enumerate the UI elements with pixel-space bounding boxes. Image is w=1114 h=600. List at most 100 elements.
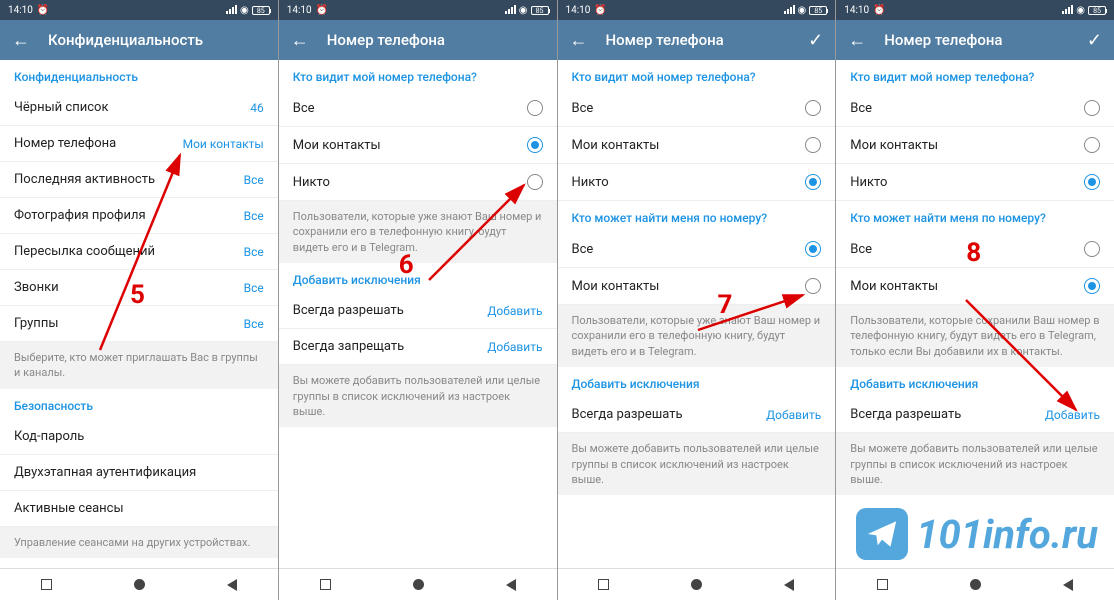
- settings-row[interactable]: Двухэтапная аутентификация: [0, 455, 278, 491]
- nav-recent-button[interactable]: [320, 579, 331, 590]
- android-navbar: [836, 568, 1114, 600]
- alarm-icon: ⏰: [37, 5, 49, 16]
- radio-row[interactable]: Все: [558, 90, 836, 127]
- radio-row[interactable]: Все: [836, 90, 1114, 127]
- content-area: Конфиденциальность Чёрный список 46 Номе…: [0, 60, 278, 568]
- radio-row[interactable]: Мои контакты: [279, 127, 557, 164]
- alarm-icon: ⏰: [873, 5, 885, 16]
- section-title: Добавить исключения: [558, 367, 836, 397]
- nav-home-button[interactable]: [134, 579, 145, 590]
- nav-home-button[interactable]: [691, 579, 702, 590]
- radio-button[interactable]: [805, 100, 821, 116]
- nav-home-button[interactable]: [970, 579, 981, 590]
- radio-row[interactable]: Мои контакты: [558, 268, 836, 305]
- radio-button[interactable]: [1084, 100, 1100, 116]
- radio-button[interactable]: [527, 100, 543, 116]
- row-value: Добавить: [766, 408, 821, 422]
- signal-icon: [1062, 6, 1073, 14]
- radio-row[interactable]: Никто: [558, 164, 836, 201]
- header-title: Конфиденциальность: [48, 31, 266, 49]
- phone-panel-1: 14:10 ⏰ ◉ 85 ← Номер телефона Кто видит …: [279, 0, 558, 600]
- back-arrow-icon[interactable]: ←: [570, 30, 588, 51]
- nav-back-button[interactable]: [506, 579, 516, 591]
- status-bar: 14:10 ⏰ ◉ 85: [558, 0, 836, 20]
- row-value: Все: [244, 245, 264, 259]
- check-icon[interactable]: ✓: [808, 30, 823, 51]
- row-value: 46: [250, 101, 264, 115]
- app-header: ← Номер телефона ✓: [836, 20, 1114, 60]
- nav-home-button[interactable]: [413, 579, 424, 590]
- radio-row[interactable]: Все: [836, 231, 1114, 268]
- back-arrow-icon[interactable]: ←: [848, 30, 866, 51]
- radio-button[interactable]: [1084, 241, 1100, 257]
- settings-row[interactable]: Последняя активность Все: [0, 162, 278, 198]
- nav-recent-button[interactable]: [41, 579, 52, 590]
- row-label: Чёрный список: [14, 100, 108, 115]
- nav-back-button[interactable]: [227, 579, 237, 591]
- back-arrow-icon[interactable]: ←: [291, 30, 309, 51]
- nav-back-button[interactable]: [1063, 579, 1073, 591]
- wifi-icon: ◉: [1076, 5, 1085, 16]
- battery-icon: 85: [809, 6, 827, 15]
- settings-row[interactable]: Код-пароль: [0, 419, 278, 455]
- radio-row[interactable]: Никто: [279, 164, 557, 201]
- settings-row[interactable]: Всегда разрешать Добавить: [836, 397, 1114, 433]
- status-bar: 14:10 ⏰ ◉ 85: [0, 0, 278, 20]
- row-label: Всегда запрещать: [293, 339, 404, 354]
- status-time: 14:10: [287, 5, 312, 16]
- settings-row[interactable]: Всегда разрешать Добавить: [279, 293, 557, 329]
- settings-row[interactable]: Группы Все: [0, 306, 278, 342]
- row-value: Мои контакты: [183, 137, 264, 151]
- settings-row[interactable]: Чёрный список 46: [0, 90, 278, 126]
- settings-row[interactable]: Звонки Все: [0, 270, 278, 306]
- back-arrow-icon[interactable]: ←: [12, 30, 30, 51]
- radio-label: Все: [572, 101, 594, 116]
- radio-button[interactable]: [1084, 278, 1100, 294]
- radio-row[interactable]: Мои контакты: [836, 127, 1114, 164]
- nav-recent-button[interactable]: [598, 579, 609, 590]
- radio-row[interactable]: Мои контакты: [558, 127, 836, 164]
- radio-button[interactable]: [805, 174, 821, 190]
- battery-icon: 85: [252, 6, 270, 15]
- status-time: 14:10: [8, 5, 33, 16]
- radio-label: Мои контакты: [293, 138, 381, 153]
- app-header: ← Номер телефона: [279, 20, 557, 60]
- info-text: Вы можете добавить пользователей или цел…: [558, 433, 836, 495]
- radio-button[interactable]: [527, 174, 543, 190]
- radio-button[interactable]: [1084, 174, 1100, 190]
- settings-row[interactable]: Пересылка сообщений Все: [0, 234, 278, 270]
- section-title: Кто может найти меня по номеру?: [558, 201, 836, 231]
- radio-button[interactable]: [805, 137, 821, 153]
- settings-row[interactable]: Номер телефона Мои контакты: [0, 126, 278, 162]
- check-icon[interactable]: ✓: [1087, 30, 1102, 51]
- radio-button[interactable]: [527, 137, 543, 153]
- status-bar: 14:10 ⏰ ◉ 85: [836, 0, 1114, 20]
- section-title: Кто видит мой номер телефона?: [558, 60, 836, 90]
- row-label: Звонки: [14, 280, 59, 295]
- nav-back-button[interactable]: [784, 579, 794, 591]
- radio-label: Все: [850, 101, 872, 116]
- radio-row[interactable]: Все: [558, 231, 836, 268]
- nav-recent-button[interactable]: [877, 579, 888, 590]
- phone-panel-0: 14:10 ⏰ ◉ 85 ← Конфиденциальность Конфид…: [0, 0, 279, 600]
- row-value: Все: [244, 209, 264, 223]
- phone-panel-2: 14:10 ⏰ ◉ 85 ← Номер телефона ✓ Кто види…: [558, 0, 837, 600]
- row-label: Фотография профиля: [14, 208, 146, 223]
- radio-row[interactable]: Все: [279, 90, 557, 127]
- info-text: Пользователи, которые уже знают Ваш номе…: [279, 201, 557, 263]
- radio-label: Мои контакты: [850, 279, 938, 294]
- signal-icon: [226, 6, 237, 14]
- settings-row[interactable]: Всегда разрешать Добавить: [558, 397, 836, 433]
- settings-row[interactable]: Фотография профиля Все: [0, 198, 278, 234]
- row-value: Добавить: [1045, 408, 1100, 422]
- settings-row[interactable]: Активные сеансы: [0, 491, 278, 527]
- radio-row[interactable]: Никто: [836, 164, 1114, 201]
- section-title: Безопасность: [0, 389, 278, 419]
- radio-button[interactable]: [805, 241, 821, 257]
- radio-button[interactable]: [1084, 137, 1100, 153]
- settings-row[interactable]: Всегда запрещать Добавить: [279, 329, 557, 365]
- row-label: Всегда разрешать: [850, 407, 961, 422]
- info-text: Выберите, кто может приглашать Вас в гру…: [0, 342, 278, 389]
- radio-button[interactable]: [805, 278, 821, 294]
- radio-row[interactable]: Мои контакты: [836, 268, 1114, 305]
